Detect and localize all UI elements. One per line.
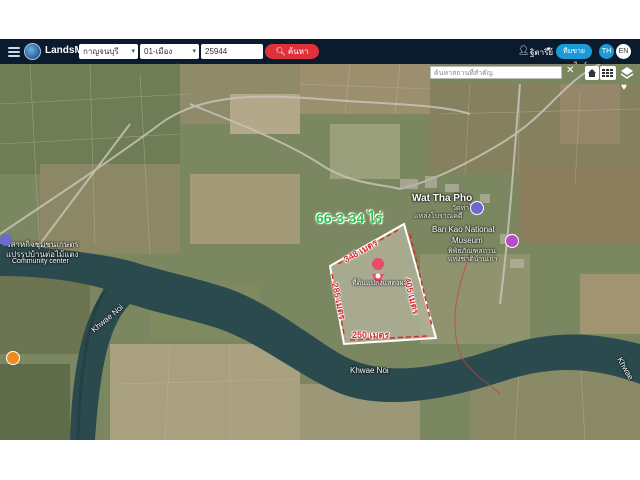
map-imagery — [0, 64, 640, 440]
chevron-down-icon[interactable]: ▾ — [547, 45, 551, 53]
landsmaps-logo — [24, 43, 41, 60]
grid-icon[interactable] — [600, 66, 616, 80]
layers-icon[interactable] — [620, 66, 634, 80]
close-icon[interactable]: ✕ — [566, 65, 574, 76]
parcel-number-input[interactable]: 25944 — [201, 44, 263, 59]
favorite-heart-icon[interactable]: ♥ — [621, 82, 627, 93]
community-poi-icon[interactable] — [0, 234, 12, 246]
parcel-caption: ที่ดินแปลงแสดงผล — [352, 280, 408, 287]
river-label-khwae-noi-south: Khwae Noi — [350, 366, 389, 375]
search-button[interactable]: 🔍︎ ค้นหา — [265, 44, 319, 59]
museum-poi-icon[interactable] — [505, 234, 519, 248]
district-select[interactable]: 01-เมืองกาญจนบุรี ▾ — [140, 44, 199, 71]
sales-team-button[interactable]: ทีมขายออนไลน์ — [556, 44, 592, 70]
search-icon: 🔍︎ — [275, 47, 286, 56]
dimension-bottom: 250 เมตร — [352, 330, 390, 340]
poi-marker-icon[interactable] — [6, 351, 20, 365]
parcel-number-value: 25944 — [205, 47, 228, 56]
satellite-map[interactable]: ค้นหาสถานที่สำคัญ ✕ ♥ 66-3-34 ไร่ 348 เม… — [0, 64, 640, 440]
chevron-down-icon: ▾ — [131, 48, 135, 55]
temple-poi-icon[interactable] — [470, 201, 484, 215]
search-button-label: ค้นหา — [287, 47, 309, 56]
lang-th-button[interactable]: TH — [599, 44, 614, 59]
province-select[interactable]: กาญจนบุรี ▾ — [79, 44, 138, 59]
user-icon: 👤︎ — [518, 45, 530, 55]
menu-icon[interactable] — [8, 45, 20, 57]
chevron-down-icon: ▾ — [192, 48, 196, 55]
museum-label-line2: Museum — [452, 236, 483, 245]
home-icon[interactable] — [585, 66, 599, 80]
community-center-label: Community center — [12, 258, 69, 265]
area-label: 66-3-34 ไร่ — [316, 210, 383, 226]
lang-en-button[interactable]: EN — [616, 44, 631, 59]
top-bar: LandsMaps กาญจนบุรี ▾ 01-เมืองกาญจนบุรี … — [0, 39, 640, 71]
wat-tha-pho-sub-label: แหล่งโบราณคดี — [414, 213, 463, 220]
museum-label-line1: Ban Kao National — [432, 225, 495, 234]
museum-thai-label-2: แห่งชาติบ้านเก่า — [448, 256, 498, 263]
place-search-input[interactable]: ค้นหาสถานที่สำคัญ — [430, 66, 562, 79]
province-select-value: กาญจนบุรี — [83, 47, 119, 56]
